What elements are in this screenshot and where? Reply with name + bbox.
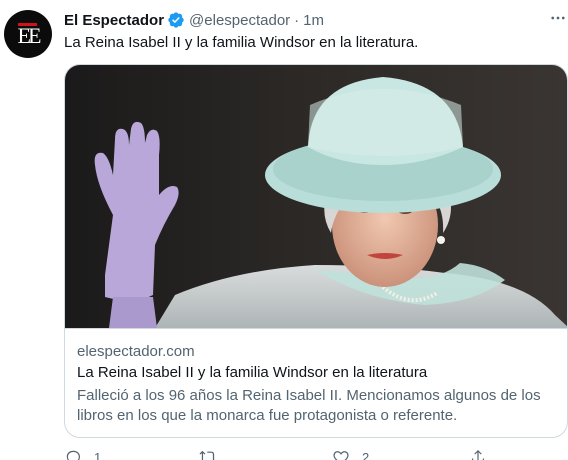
- like-count: 2: [362, 449, 370, 460]
- tweet-text: La Reina Isabel II y la familia Windsor …: [64, 34, 419, 51]
- author-handle[interactable]: @elespectador: [189, 12, 290, 29]
- avatar-logo: EE: [17, 23, 42, 48]
- share-icon: [472, 449, 484, 460]
- timestamp[interactable]: 1m: [303, 12, 324, 29]
- card-domain: elespectador.com: [77, 343, 195, 360]
- card-image[interactable]: [65, 65, 567, 328]
- tweet-actions: 1 2: [64, 448, 504, 460]
- card-description: Falleció a los 96 años la Reina Isabel I…: [77, 387, 541, 424]
- verified-badge-icon: [168, 12, 184, 28]
- retweet-icon: [199, 450, 216, 460]
- like-button[interactable]: 2: [332, 448, 369, 460]
- share-button[interactable]: [469, 448, 487, 460]
- separator-dot: ·: [294, 11, 300, 29]
- link-card[interactable]: elespectador.com La Reina Isabel II y la…: [64, 64, 568, 438]
- author-name[interactable]: El Espectador: [64, 12, 164, 29]
- retweet-button[interactable]: [199, 448, 217, 460]
- reply-button[interactable]: 1: [64, 448, 101, 460]
- like-icon: [333, 451, 349, 460]
- more-options-icon[interactable]: [548, 8, 568, 28]
- reply-icon: [66, 450, 80, 460]
- reply-count: 1: [94, 449, 102, 460]
- card-divider: [65, 328, 567, 329]
- tweet-header: El Espectador @elespectador · 1m: [64, 10, 324, 30]
- card-title: La Reina Isabel II y la familia Windsor …: [77, 364, 428, 381]
- tweet[interactable]: EE El Espectador @elespectador · 1m La R…: [0, 0, 568, 460]
- avatar[interactable]: EE: [4, 10, 52, 58]
